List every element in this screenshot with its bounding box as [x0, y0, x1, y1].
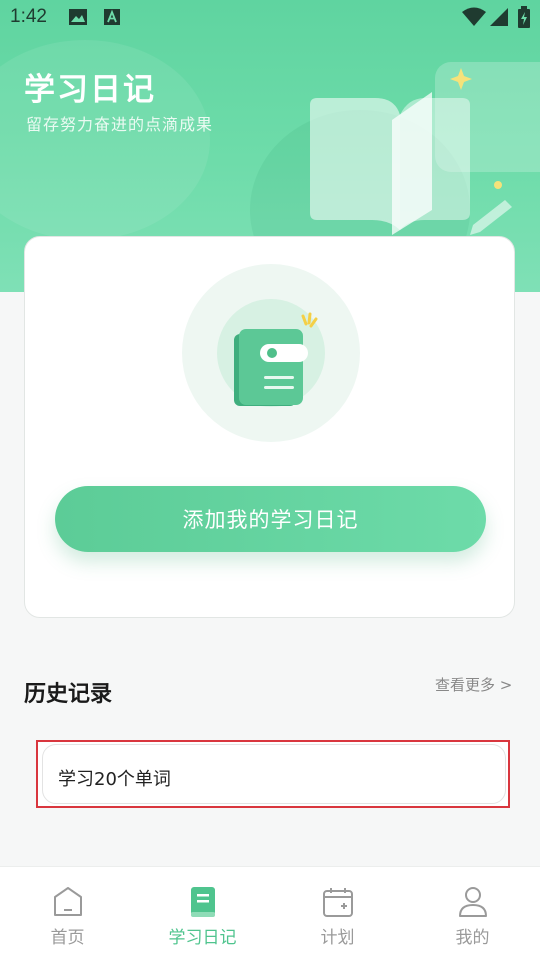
tab-mine[interactable]: 我的 [405, 867, 540, 960]
add-diary-button[interactable]: 添加我的学习日记 [55, 486, 486, 552]
profile-icon [456, 885, 490, 923]
diary-book-icon [188, 885, 218, 923]
keyboard-notification-icon [103, 8, 121, 30]
wifi-icon [462, 7, 486, 31]
history-record-label: 学习20个单词 [58, 769, 171, 790]
diary-illustration [182, 264, 360, 442]
view-more-link[interactable]: 查看更多 > [435, 674, 512, 695]
open-book-illustration-icon [310, 68, 512, 235]
battery-icon [518, 6, 530, 32]
tab-diary[interactable]: 学习日记 [135, 867, 270, 960]
history-section-title: 历史记录 [24, 682, 113, 707]
home-icon [51, 885, 85, 923]
notebook-icon [234, 312, 318, 406]
tab-label: 我的 [455, 928, 490, 948]
tab-label: 首页 [50, 928, 85, 948]
cellular-signal-icon [489, 7, 509, 31]
add-diary-card: 添加我的学习日记 [24, 236, 515, 618]
history-record-item[interactable]: 学习20个单词 [42, 744, 506, 804]
calendar-icon [321, 885, 355, 923]
history-record-highlight: 学习20个单词 [36, 740, 510, 808]
status-time: 1:42 [10, 6, 47, 27]
tab-home[interactable]: 首页 [0, 867, 135, 960]
image-notification-icon [68, 8, 88, 30]
tab-label: 计划 [320, 928, 355, 948]
tab-label: 学习日记 [168, 928, 237, 948]
status-bar: 1:42 [0, 0, 540, 36]
page-title: 学习日记 [24, 72, 156, 108]
bottom-tab-bar: 首页 学习日记 计划 我的 [0, 866, 540, 960]
page-subtitle: 留存努力奋进的点滴成果 [26, 115, 214, 134]
tab-plan[interactable]: 计划 [270, 867, 405, 960]
